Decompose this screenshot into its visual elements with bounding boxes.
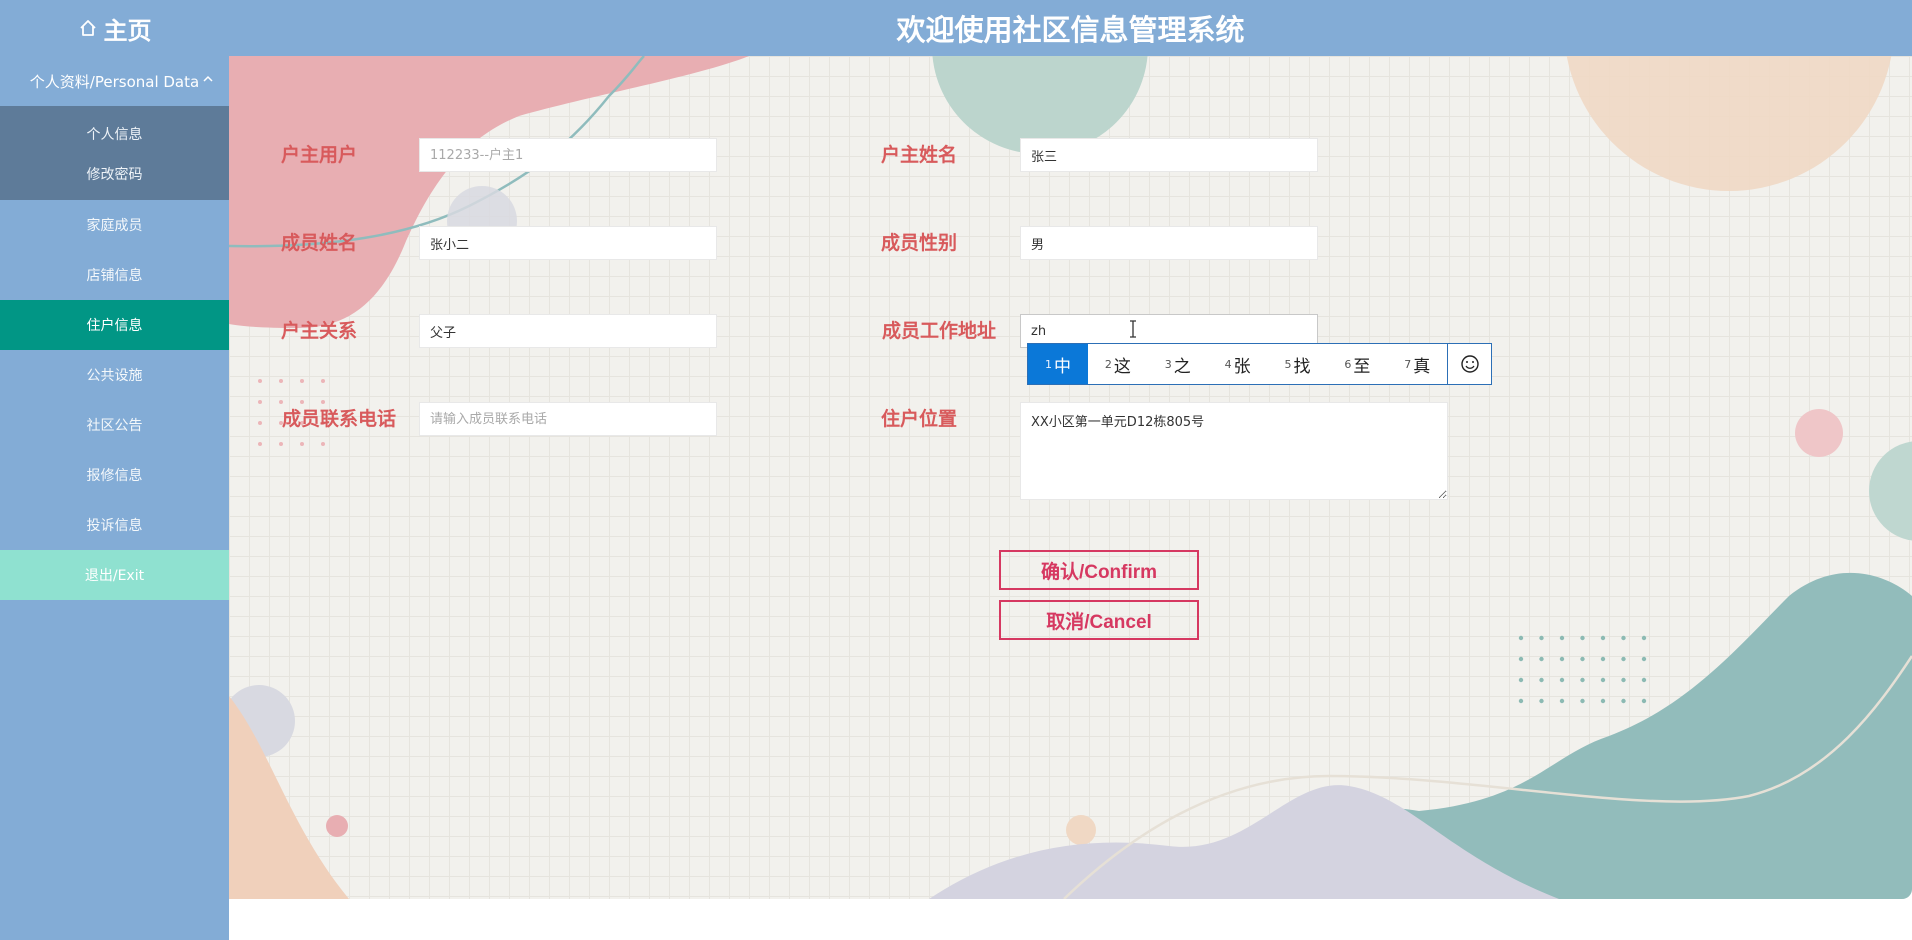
relation-input[interactable] [419,314,717,348]
decor-dot [1600,677,1606,683]
confirm-button[interactable]: 确认/Confirm [999,550,1199,590]
ime-candidate[interactable]: 4张 [1208,344,1268,384]
owner-name-input[interactable] [1020,138,1318,172]
sidebar-item-shop-info[interactable]: 店铺信息 [0,250,229,300]
member-name-label: 成员姓名 [280,232,357,254]
cancel-button[interactable]: 取消/Cancel [999,600,1199,640]
owner-user-input[interactable] [419,138,717,172]
sidebar-item-exit[interactable]: 退出/Exit [0,550,229,600]
ime-candidate[interactable]: 6至 [1327,344,1387,384]
sidebar-item-personal-info[interactable]: 个人信息 [0,114,229,154]
ime-candidate[interactable]: 5找 [1268,344,1328,384]
decor-dot [1641,698,1647,704]
decor-dot [1518,677,1524,683]
decor-dot [258,421,262,425]
ime-candidate-bar: 1中 2这 3之 4张 5找 6至 7真 [1027,343,1492,385]
decor-dot [1621,635,1626,641]
text-cursor-icon [1130,320,1136,338]
home-link[interactable]: 主页 [0,0,229,56]
decor-dot [1559,698,1565,704]
phone-input[interactable] [419,402,717,436]
sidebar-submenu: 个人信息 修改密码 [0,106,229,200]
decor-dot [321,442,325,446]
sidebar-group-personal-data[interactable]: 个人资料/Personal Data [0,56,229,106]
ime-candidate[interactable]: 1中 [1028,344,1088,384]
decor-dot [1559,656,1565,662]
decor-dot [1518,635,1524,641]
decor-dot [321,379,325,383]
location-textarea[interactable]: XX小区第一单元D12栋805号 [1020,402,1448,500]
ime-candidate[interactable]: 3之 [1148,344,1208,384]
decor-dot [279,379,283,383]
decor-dot [1559,677,1565,683]
work-address-label: 成员工作地址 [881,320,996,342]
relation-label: 户主关系 [280,320,357,342]
decor-dot [1600,698,1606,704]
phone-label: 成员联系电话 [281,408,396,430]
member-name-input[interactable] [419,226,717,260]
decor-dot [1518,698,1524,704]
sidebar-item-resident-info[interactable]: 住户信息 [0,300,229,350]
decor-dot [300,379,304,383]
decor-dot [1580,698,1585,704]
sidebar-item-announcements[interactable]: 社区公告 [0,400,229,450]
chevron-up-icon [203,75,213,82]
smiley-icon [1460,355,1479,373]
owner-user-label: 户主用户 [280,144,357,166]
sidebar-item-complaints[interactable]: 投诉信息 [0,500,229,550]
app-title: 欢迎使用社区信息管理系统 [896,13,1245,47]
decor-dot [1621,677,1626,683]
member-gender-label: 成员性别 [880,232,957,254]
decor-dot [1580,677,1585,683]
home-label: 主页 [103,16,152,45]
decor-dot [1580,656,1585,662]
location-label: 住户位置 [880,408,957,430]
decor-dot [1641,656,1647,662]
decor-dot [1580,635,1585,641]
decor-dot [279,442,283,446]
decor-dot [1539,698,1544,704]
home-icon [79,20,96,36]
decor-dot [1518,656,1524,662]
decor-dot [1600,635,1606,641]
decor-dot [1539,635,1544,641]
sidebar-item-repairs[interactable]: 报修信息 [0,450,229,500]
sidebar-group-label: 个人资料/Personal Data [29,72,200,91]
decor-dot [1621,698,1626,704]
sidebar-item-change-password[interactable]: 修改密码 [0,154,229,194]
decor-dot [258,442,262,446]
ime-candidate[interactable]: 2这 [1088,344,1148,384]
decor-dot [1600,656,1606,662]
ime-candidate[interactable]: 7真 [1387,344,1447,384]
top-header: 主页 欢迎使用社区信息管理系统 [0,0,1912,56]
member-gender-input[interactable] [1020,226,1318,260]
decor-dot [258,400,262,404]
decor-dot [1621,656,1626,662]
decor-dot [300,442,304,446]
decor-dot [1559,635,1565,641]
emoji-button[interactable] [1447,344,1491,384]
main-content: 户主用户 户主姓名 成员姓名 成员性别 户主关系 成员工作地址 成员联系电话 住… [229,56,1912,899]
decor-dot [1641,677,1647,683]
decor-dot [258,379,262,383]
sidebar-item-family-members[interactable]: 家庭成员 [0,200,229,250]
owner-name-label: 户主姓名 [880,144,957,166]
sidebar-item-public-facilities[interactable]: 公共设施 [0,350,229,400]
decor-dot [1539,656,1544,662]
decor-dot [1539,677,1544,683]
sidebar: 个人资料/Personal Data 个人信息 修改密码 家庭成员 店铺信息 住… [0,56,229,940]
decor-dot [1641,635,1647,641]
